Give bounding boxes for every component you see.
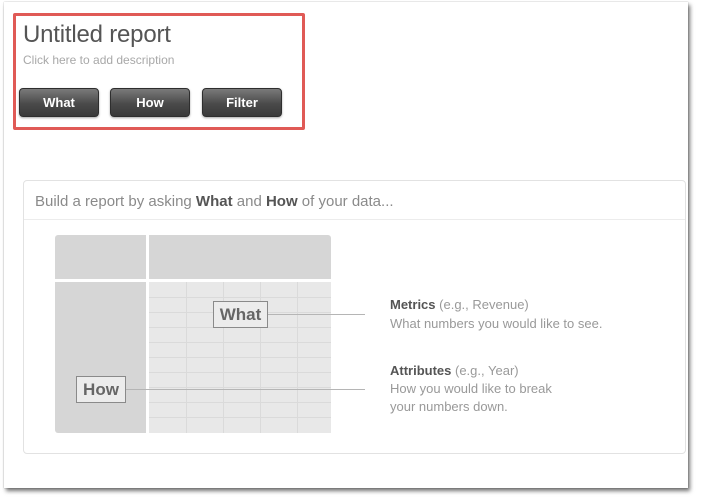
how-tag: How — [76, 376, 126, 403]
report-title[interactable]: Untitled report — [23, 21, 171, 49]
panel-heading: Build a report by asking What and How of… — [35, 193, 394, 210]
grid-line — [149, 417, 331, 418]
metrics-title: Metrics (e.g., Revenue) — [390, 297, 529, 312]
app-window: Untitled report Click here to add descri… — [4, 2, 688, 488]
how-button[interactable]: How — [110, 88, 190, 117]
grid-line — [149, 357, 331, 358]
report-builder-panel: Build a report by asking What and How of… — [23, 180, 686, 454]
filter-button[interactable]: Filter — [202, 88, 282, 117]
grid-line — [149, 342, 331, 343]
grid-line — [149, 387, 331, 388]
grid-line — [149, 372, 331, 373]
grid-divider — [55, 279, 331, 282]
attributes-title: Attributes (e.g., Year) — [390, 363, 519, 378]
attributes-connector-line — [126, 389, 365, 390]
grid-divider — [146, 235, 149, 433]
grid-line — [149, 402, 331, 403]
metrics-description: What numbers you would like to see. — [390, 316, 603, 331]
panel-header: Build a report by asking What and How of… — [24, 181, 685, 220]
attributes-description: How you would like to break your numbers … — [390, 381, 552, 414]
report-description[interactable]: Click here to add description — [23, 53, 174, 67]
metrics-connector-line — [268, 314, 365, 315]
grid-line — [149, 297, 331, 298]
what-button[interactable]: What — [19, 88, 99, 117]
what-tag: What — [213, 301, 268, 328]
